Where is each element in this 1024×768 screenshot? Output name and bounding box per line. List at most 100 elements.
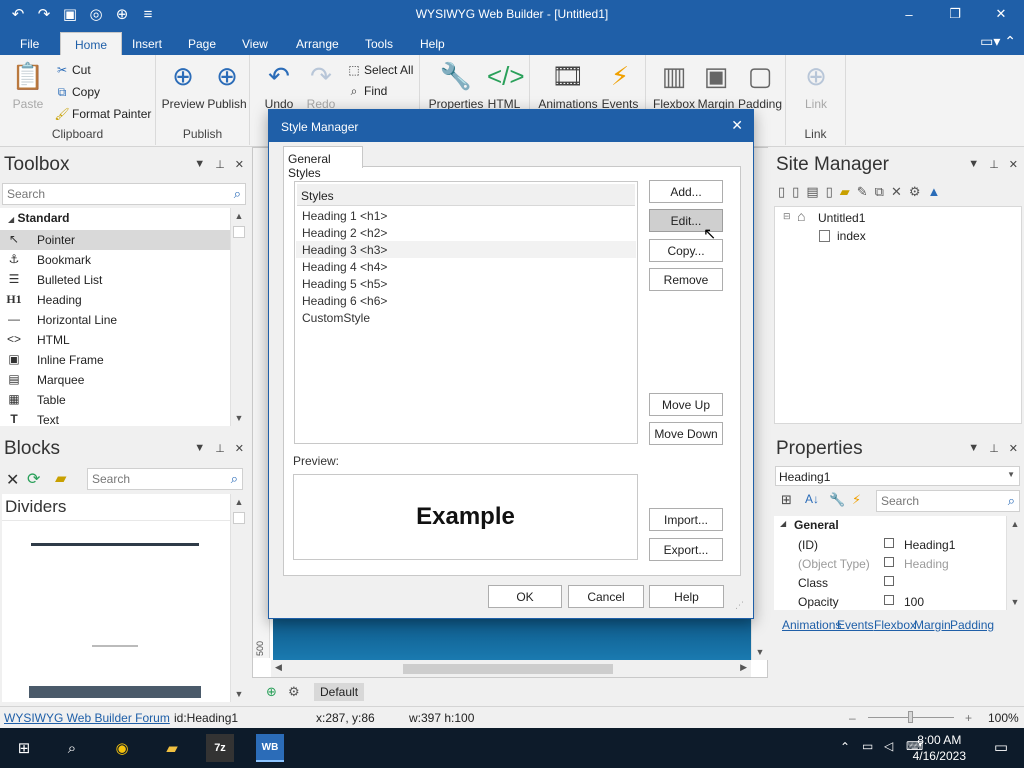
close-icon[interactable]: ✕ — [235, 442, 244, 455]
folder-icon[interactable]: ▰ — [55, 469, 67, 487]
move-down-button[interactable]: Move Down — [649, 422, 723, 445]
style-item[interactable]: Heading 5 <h5> — [296, 275, 636, 292]
style-item[interactable]: Heading 3 <h3> — [296, 241, 636, 258]
publish-button[interactable]: ⊕ Publish — [204, 59, 250, 111]
zoom-in-icon[interactable]: + — [965, 711, 972, 725]
refresh-icon[interactable]: ⟳ — [27, 469, 40, 489]
new-child-page-icon[interactable]: ▯ — [792, 184, 799, 200]
new-page-icon[interactable]: ▯ — [778, 184, 785, 200]
tool-inline-frame[interactable]: ▣ Inline Frame — [0, 350, 230, 370]
delete-page-icon[interactable]: ✕ — [891, 184, 902, 200]
property-checkbox[interactable] — [884, 595, 894, 605]
scroll-up-icon[interactable]: ▲ — [231, 494, 247, 510]
canvas-horizontal-scrollbar[interactable]: ◀ ▶ — [271, 660, 751, 677]
property-checkbox[interactable] — [884, 557, 894, 567]
remove-button[interactable]: Remove — [649, 268, 723, 291]
wysiwyg-webbuilder-icon[interactable]: WB — [256, 734, 284, 762]
html-button[interactable]: </> HTML — [482, 59, 526, 111]
format-painter-button[interactable]: 🖌 Format Painter — [54, 107, 151, 121]
canvas-banner[interactable] — [273, 618, 751, 660]
dropdown-icon[interactable]: ▼ — [194, 442, 205, 455]
page-properties-icon[interactable]: ⚙ — [909, 184, 921, 200]
link-animations[interactable]: Animations — [782, 618, 841, 632]
styles-list[interactable]: Styles Heading 1 <h1> Heading 2 <h2> Hea… — [294, 181, 638, 444]
dropdown-icon[interactable]: ▼ — [968, 442, 979, 455]
dialog-close-icon[interactable]: ✕ — [731, 117, 743, 134]
property-row-id[interactable]: (ID) Heading1 — [778, 535, 1008, 554]
open-folder-icon[interactable]: ▰ — [840, 184, 850, 200]
ok-button[interactable]: OK — [488, 585, 562, 608]
tab-help[interactable]: Help — [420, 34, 445, 55]
property-row-opacity[interactable]: Opacity 100 — [778, 592, 1008, 611]
site-root[interactable]: Untitled1 — [818, 211, 865, 225]
move-up-icon[interactable]: ▲ — [928, 184, 941, 200]
page-save-icon[interactable]: ▯ — [826, 184, 833, 200]
redo-button[interactable]: ↷ Redo — [298, 59, 344, 111]
close-icon[interactable]: ✕ — [1009, 442, 1018, 455]
margin-button[interactable]: ▣ Margin — [694, 59, 738, 111]
search-icon[interactable]: ⌕ — [58, 734, 86, 762]
scroll-right-icon[interactable]: ▶ — [740, 662, 747, 673]
link-margin[interactable]: Margin — [914, 618, 951, 632]
minimize-button[interactable]: – — [886, 0, 932, 28]
edit-page-icon[interactable]: ✎ — [857, 184, 868, 200]
collapse-icon[interactable]: ◢ — [780, 519, 786, 528]
tab-home[interactable]: Home — [60, 32, 123, 55]
pin-icon[interactable]: ⊥ — [989, 442, 999, 455]
file-explorer-icon[interactable]: ▰ — [158, 734, 186, 762]
close-icon[interactable]: ✕ — [235, 158, 244, 171]
toolbox-scrollbar[interactable]: ▲ ▼ — [230, 208, 247, 426]
scroll-down-icon[interactable]: ▼ — [231, 686, 247, 702]
scroll-left-icon[interactable]: ◀ — [275, 662, 282, 673]
property-grid-scrollbar[interactable]: ▲ ▼ — [1006, 516, 1023, 610]
object-selector[interactable]: Heading1 ▼ — [775, 466, 1020, 486]
forum-link[interactable]: WYSIWYG Web Builder Forum — [4, 711, 170, 725]
tree-collapse-icon[interactable]: ⊟ — [783, 211, 791, 222]
tab-page[interactable]: Page — [188, 34, 216, 55]
style-item[interactable]: CustomStyle — [296, 309, 636, 326]
pin-icon[interactable]: ⊥ — [989, 158, 999, 171]
style-item[interactable]: Heading 4 <h4> — [296, 258, 636, 275]
scroll-down-icon[interactable]: ▼ — [1007, 594, 1023, 610]
notifications-icon[interactable]: ▭ — [994, 738, 1008, 756]
dropdown-icon[interactable]: ▼ — [968, 158, 979, 171]
properties-button[interactable]: 🔧 Properties — [428, 59, 484, 111]
help-button[interactable]: Help — [649, 585, 724, 608]
events-button[interactable]: ⚡ Events — [598, 59, 642, 111]
blocks-scrollbar[interactable]: ▲ ▼ — [230, 494, 247, 702]
tool-text[interactable]: T Text — [0, 410, 230, 426]
duplicate-page-icon[interactable]: ⧉ — [875, 184, 884, 200]
tab-file[interactable]: File — [20, 34, 39, 55]
link-events[interactable]: Events — [837, 618, 874, 632]
zoom-out-icon[interactable]: – — [849, 711, 856, 725]
delete-icon[interactable]: ✕ — [6, 470, 19, 490]
property-row-object-type[interactable]: (Object Type) Heading — [778, 554, 1008, 573]
zoom-slider-thumb[interactable] — [908, 711, 913, 723]
scroll-thumb[interactable] — [233, 226, 245, 238]
import-button[interactable]: Import... — [649, 508, 723, 531]
properties-search-input[interactable]: Search ⌕ — [876, 490, 1020, 512]
divider-block-thumbnail[interactable] — [31, 543, 199, 546]
style-item[interactable]: Heading 6 <h6> — [296, 292, 636, 309]
page-list-icon[interactable]: ▤ — [806, 184, 818, 200]
link-padding[interactable]: Padding — [950, 618, 994, 632]
style-item[interactable]: Heading 2 <h2> — [296, 224, 636, 241]
cut-button[interactable]: ✂ Cut — [54, 63, 91, 77]
category-standard[interactable]: ◢ Standard — [8, 211, 70, 225]
cancel-button[interactable]: Cancel — [568, 585, 644, 608]
find-button[interactable]: ⌕ Find — [346, 84, 388, 99]
tab-view[interactable]: View — [242, 34, 268, 55]
move-up-button[interactable]: Move Up — [649, 393, 723, 416]
sort-alpha-icon[interactable]: A↓ — [805, 492, 819, 506]
wrench-icon[interactable]: 🔧 — [829, 492, 845, 508]
undo-button[interactable]: ↶ Undo — [256, 59, 302, 111]
tab-general-styles[interactable]: General Styles — [283, 146, 363, 180]
tab-tools[interactable]: Tools — [365, 34, 393, 55]
tab-insert[interactable]: Insert — [132, 34, 162, 55]
tool-heading[interactable]: H1 Heading — [0, 290, 230, 310]
restore-button[interactable]: ❐ — [932, 0, 978, 28]
flexbox-button[interactable]: ▥ Flexbox — [650, 59, 698, 111]
blocks-search-input[interactable]: Search ⌕ — [87, 468, 243, 490]
breakpoint-default[interactable]: Default — [314, 683, 365, 701]
paste-button[interactable]: 📋 Paste — [6, 59, 50, 111]
